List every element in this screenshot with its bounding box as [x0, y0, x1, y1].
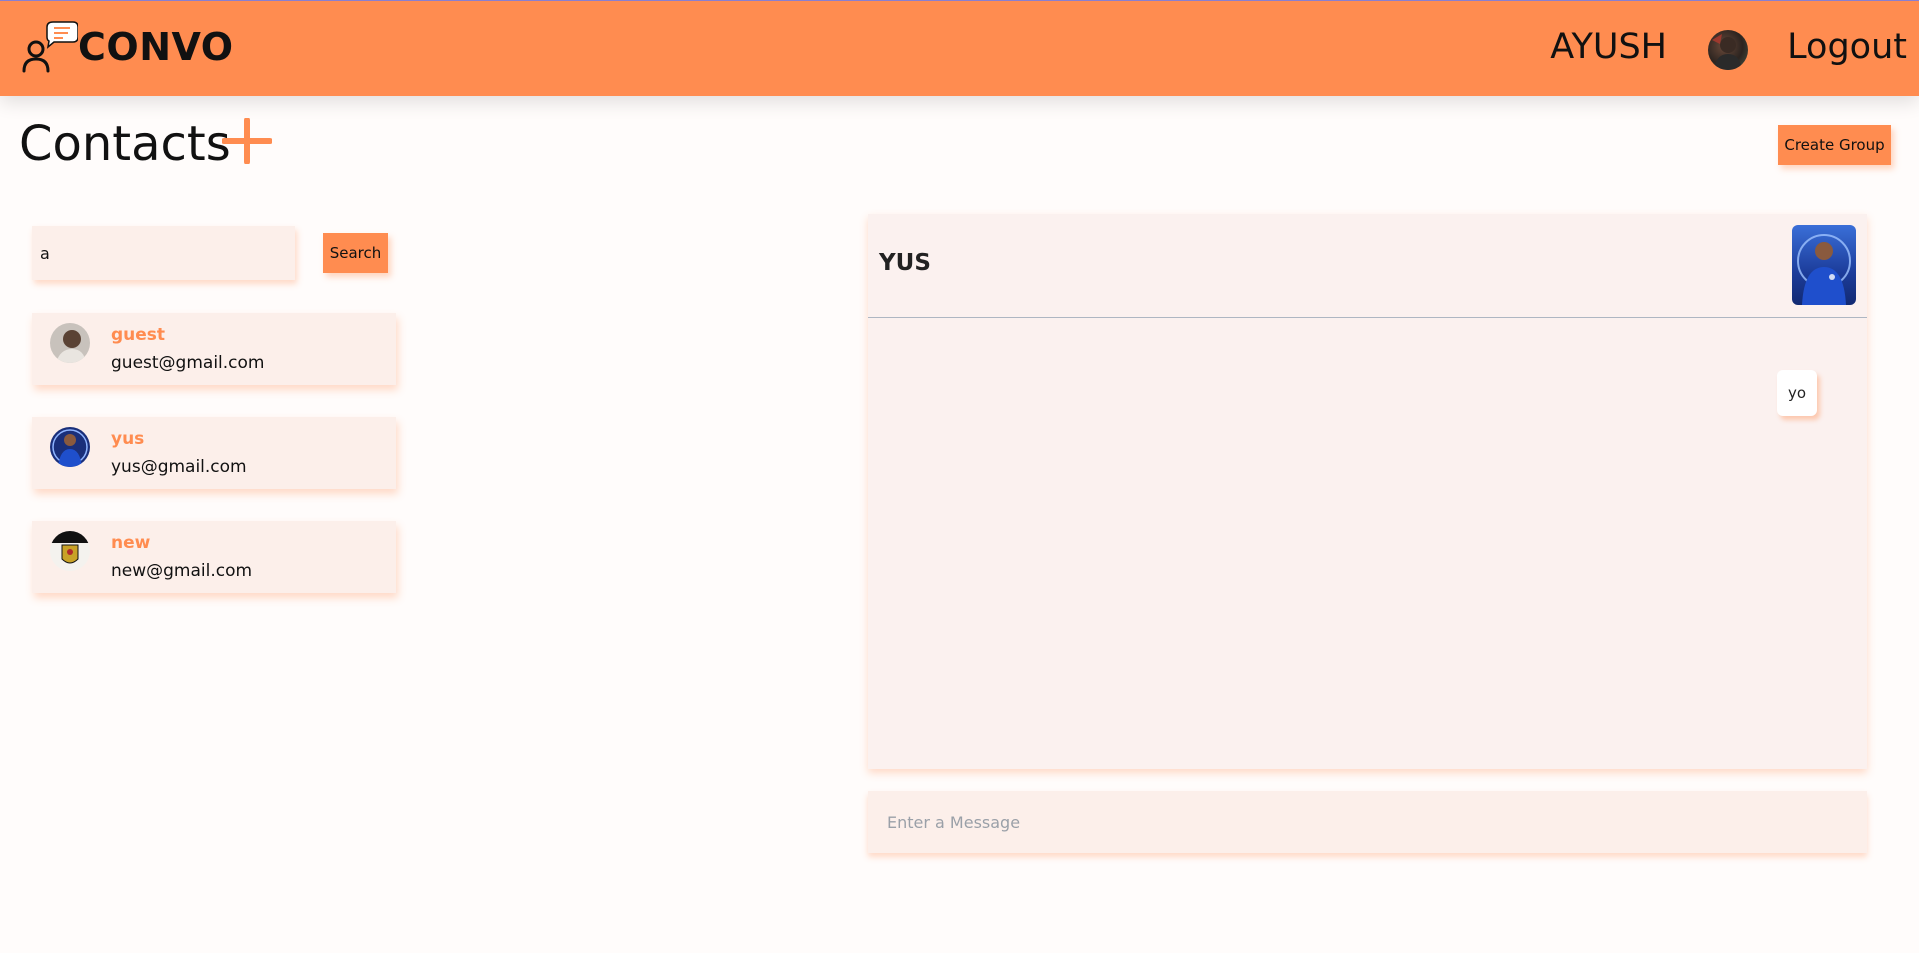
- brand-name: CONVO: [78, 25, 234, 69]
- contact-email: yus@gmail.com: [111, 457, 247, 477]
- contact-avatar: [50, 427, 90, 467]
- contact-avatar: [50, 531, 90, 571]
- current-user-name: AYUSH: [1550, 27, 1667, 67]
- user-avatar[interactable]: [1708, 30, 1748, 70]
- add-contact-icon[interactable]: [221, 117, 273, 165]
- chat-panel: YUS yo: [868, 214, 1867, 769]
- chat-title: YUS: [879, 250, 931, 276]
- chat-header: YUS: [868, 214, 1867, 318]
- search-button[interactable]: Search: [323, 233, 388, 273]
- chat-bubble-logo-icon: [18, 19, 79, 75]
- message-bubble: yo: [1777, 370, 1817, 416]
- contacts-title: Contacts: [19, 116, 231, 172]
- contact-email: new@gmail.com: [111, 561, 253, 581]
- contact-card-guest[interactable]: guest guest@gmail.com: [32, 313, 396, 385]
- logout-link[interactable]: Logout: [1787, 27, 1907, 67]
- search-input[interactable]: [32, 226, 295, 280]
- contact-card-yus[interactable]: yus yus@gmail.com: [32, 417, 396, 489]
- contact-name: new: [111, 533, 151, 553]
- contact-avatar: [50, 323, 90, 363]
- contact-email: guest@gmail.com: [111, 353, 265, 373]
- message-input[interactable]: [868, 791, 1867, 853]
- chat-avatar[interactable]: [1792, 225, 1856, 305]
- contact-name: yus: [111, 429, 145, 449]
- contact-name: guest: [111, 325, 166, 345]
- contact-card-new[interactable]: new new@gmail.com: [32, 521, 396, 593]
- create-group-button[interactable]: Create Group: [1778, 125, 1891, 165]
- brand-logo[interactable]: CONVO: [18, 19, 234, 75]
- top-navbar: CONVO AYUSH Logout: [0, 0, 1919, 96]
